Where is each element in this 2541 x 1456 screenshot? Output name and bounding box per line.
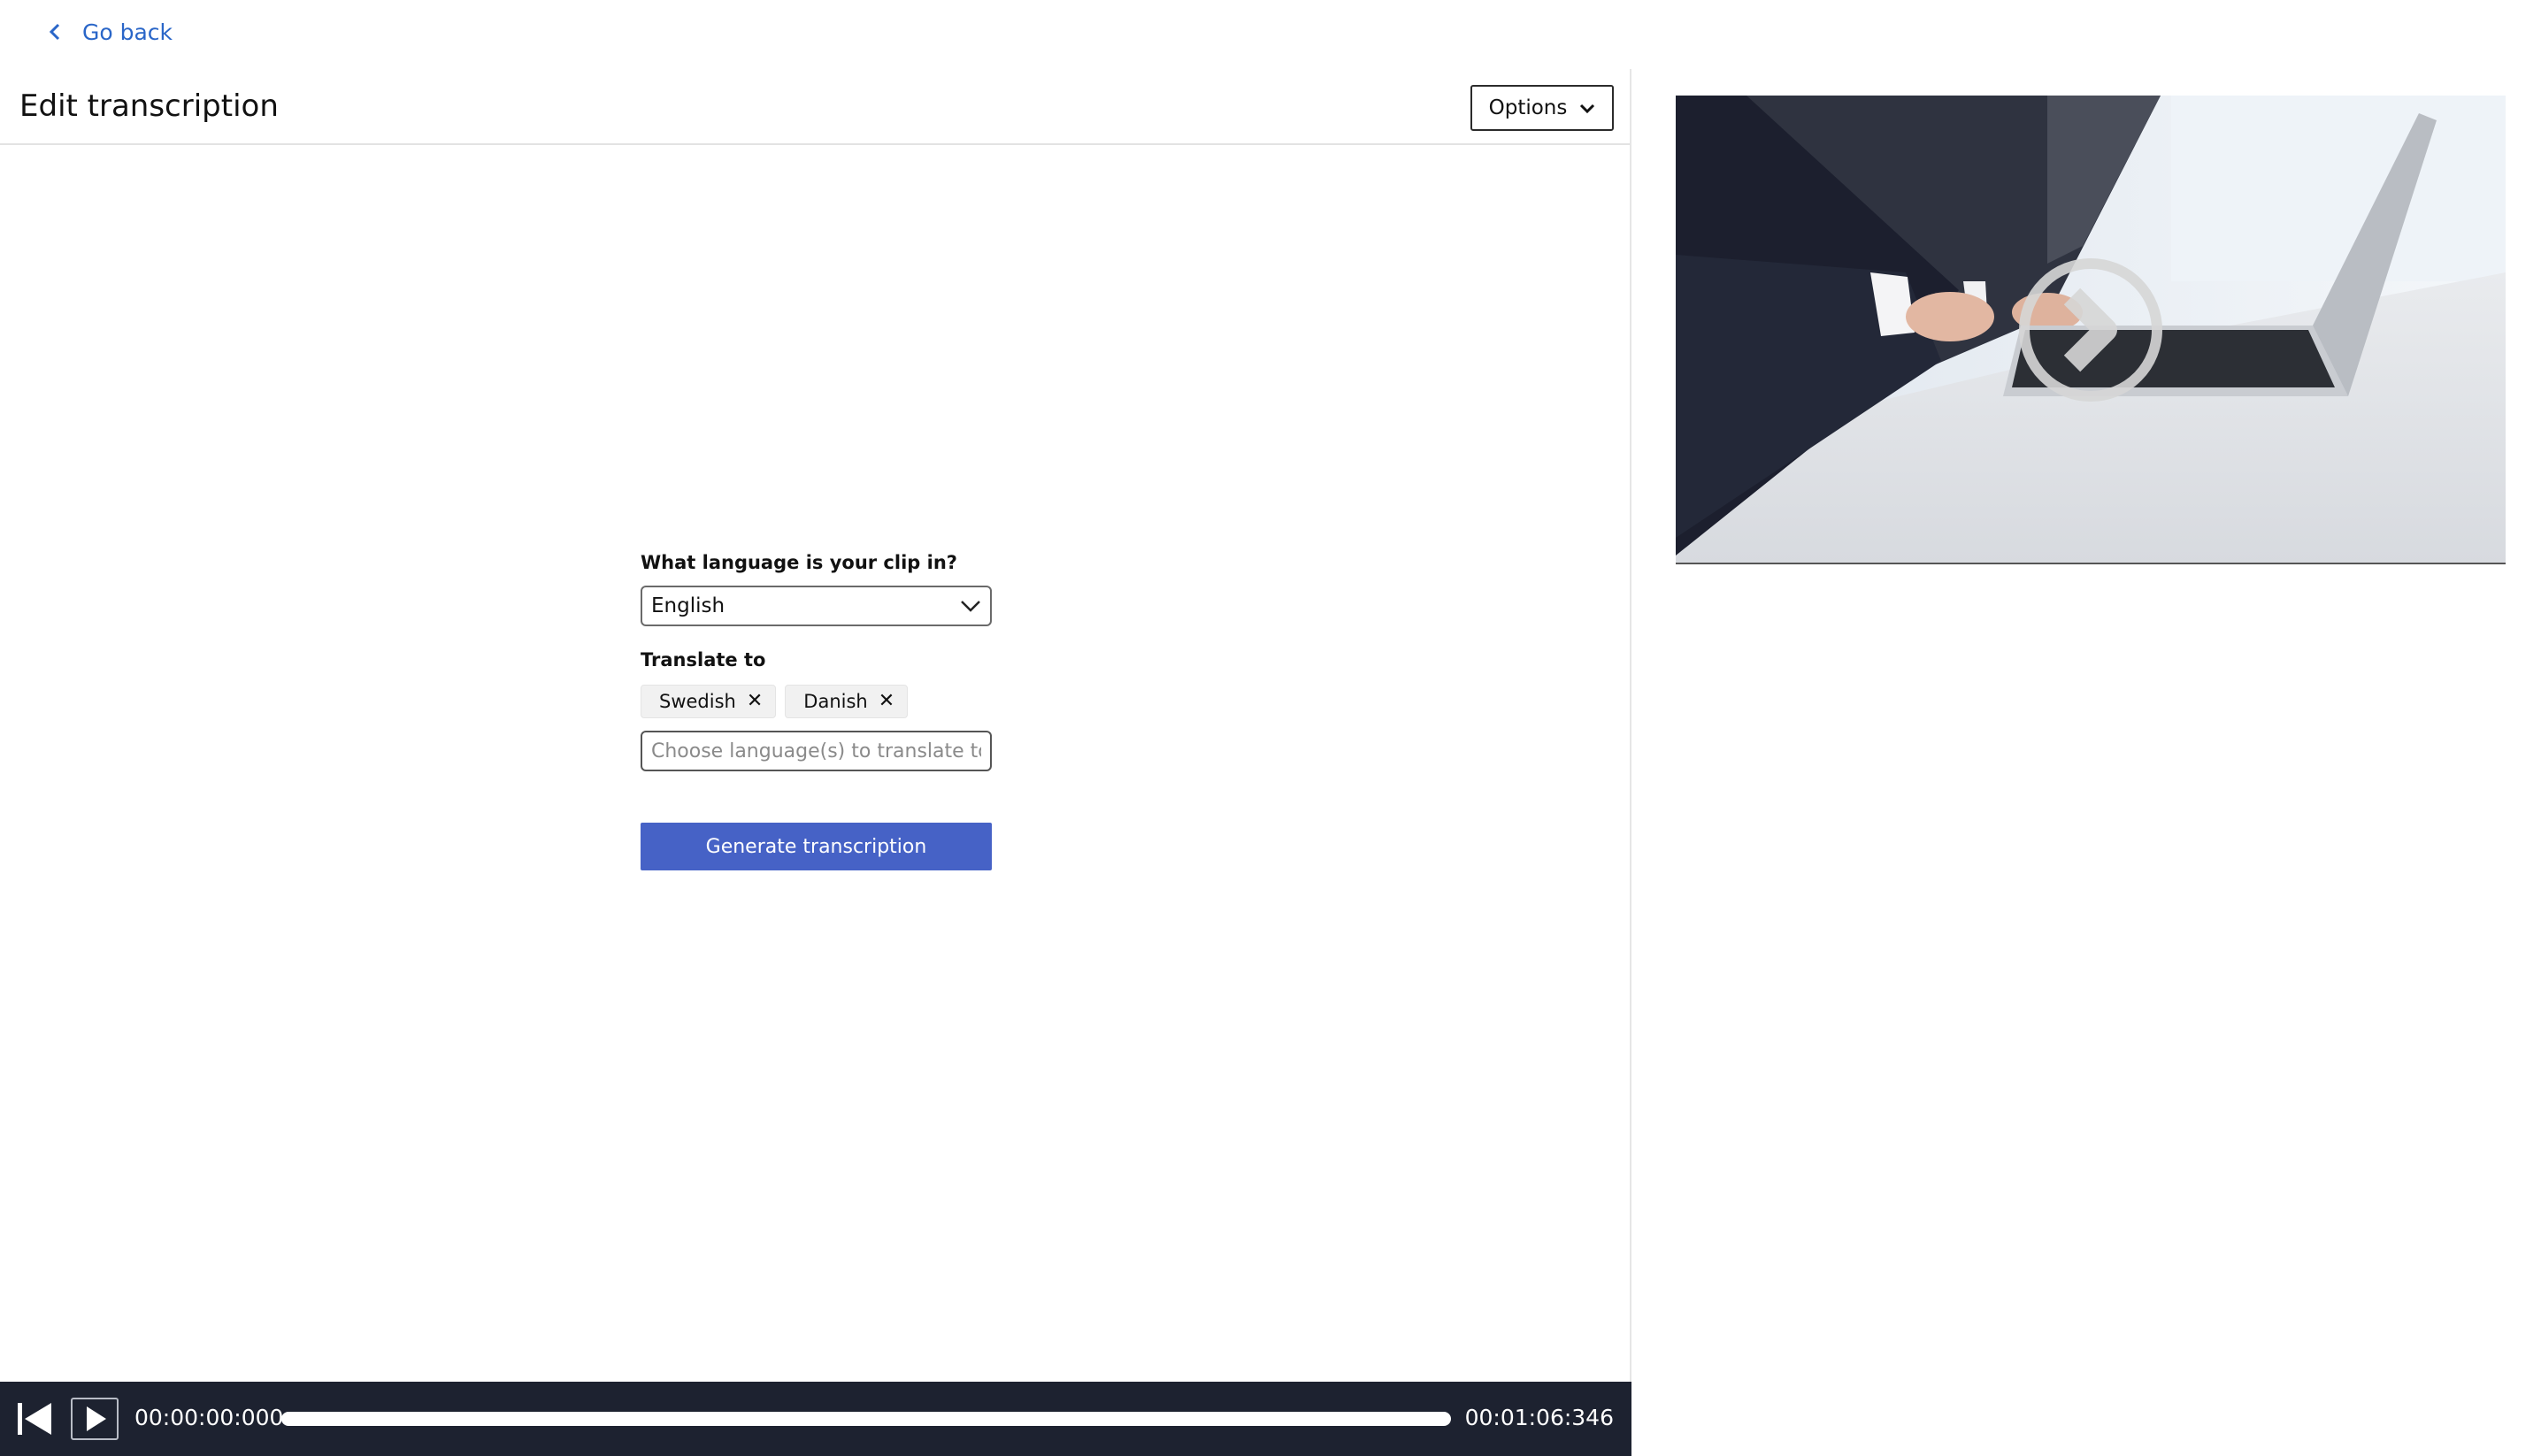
options-button[interactable]: Options bbox=[1470, 85, 1614, 131]
tag-swedish: Swedish ✕ bbox=[641, 685, 777, 718]
language-select[interactable]: English bbox=[641, 586, 992, 626]
tag-label: Danish bbox=[803, 691, 868, 712]
chevron-down-icon bbox=[960, 594, 981, 617]
play-icon bbox=[87, 1406, 106, 1431]
page-title: Edit transcription bbox=[19, 88, 279, 124]
go-back-label: Go back bbox=[82, 19, 173, 45]
play-button[interactable] bbox=[71, 1398, 119, 1440]
play-circle-icon bbox=[2019, 258, 2162, 402]
close-icon[interactable]: ✕ bbox=[879, 692, 894, 711]
total-time: 00:01:06:346 bbox=[1464, 1405, 1614, 1430]
translate-language-input[interactable] bbox=[641, 731, 992, 771]
translate-label: Translate to bbox=[641, 649, 766, 671]
language-select-value: English bbox=[651, 594, 725, 617]
skip-back-icon[interactable] bbox=[16, 1401, 55, 1437]
chevron-down-icon bbox=[1579, 96, 1595, 119]
translation-tags: Swedish ✕ Danish ✕ bbox=[641, 685, 992, 718]
tag-label: Swedish bbox=[659, 691, 736, 712]
progress-bar[interactable] bbox=[281, 1412, 1451, 1426]
go-back-link[interactable]: Go back bbox=[49, 12, 173, 51]
editor-pane: Edit transcription Options What language… bbox=[0, 69, 1631, 1456]
tag-danish: Danish ✕ bbox=[785, 685, 909, 718]
video-preview[interactable] bbox=[1676, 96, 2506, 564]
current-time: 00:00:00:000 bbox=[134, 1405, 284, 1430]
editor-header: Edit transcription Options bbox=[0, 69, 1630, 145]
generate-transcription-button[interactable]: Generate transcription bbox=[641, 823, 992, 870]
player-controls: 00:00:00:000 00:01:06:346 bbox=[0, 1382, 1631, 1456]
chevron-left-icon bbox=[49, 23, 61, 41]
options-label: Options bbox=[1488, 96, 1568, 119]
close-icon[interactable]: ✕ bbox=[747, 692, 763, 711]
language-label: What language is your clip in? bbox=[641, 552, 957, 573]
top-bar: Go back bbox=[0, 0, 2541, 64]
transcription-form: What language is your clip in? English T… bbox=[641, 550, 992, 870]
